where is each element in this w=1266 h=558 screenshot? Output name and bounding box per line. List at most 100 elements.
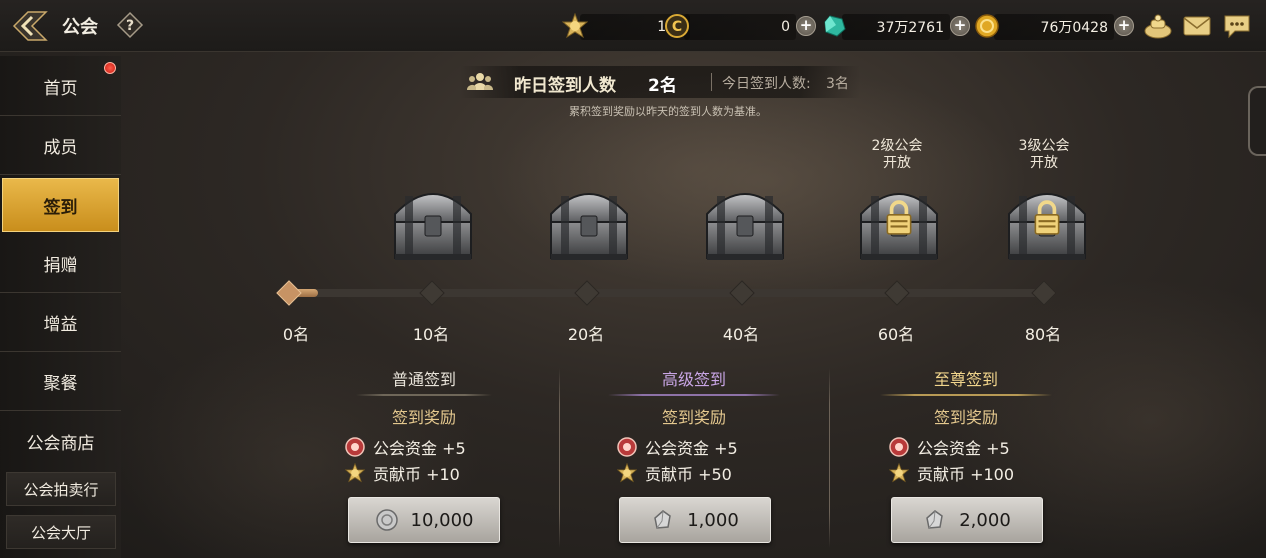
add-c-coin-button[interactable]: +	[796, 16, 816, 36]
unlock-status: 开放	[883, 155, 911, 171]
tier-divider	[559, 368, 560, 548]
sidebar-item-label: 公会拍卖行	[23, 480, 99, 499]
today-checkin-label: 今日签到人数:	[722, 76, 811, 92]
add-gold-button[interactable]: +	[1114, 16, 1134, 36]
treasure-pouch-icon[interactable]	[1143, 12, 1173, 40]
silver-coin-icon	[375, 509, 398, 531]
top-bar: 公会 ? 100 0 C + 37万2761 + 76万0428 +	[0, 0, 1266, 52]
reward-text: 公会资金 +5	[917, 439, 1010, 458]
milestone-label: 0名	[282, 325, 310, 344]
reward-text: 贡献币 +50	[645, 465, 732, 484]
progress-node-10	[419, 280, 445, 306]
sidebar-item-home[interactable]: 首页	[0, 58, 121, 116]
page-title: 公会	[62, 17, 98, 38]
cost-value: 2,000	[959, 509, 1011, 531]
sidebar-item-label: 首页	[43, 79, 78, 99]
tier-divider	[829, 368, 830, 548]
help-button[interactable]: ?	[116, 11, 144, 39]
sidebar-item-label: 捐赠	[43, 256, 78, 276]
crystal-icon	[926, 510, 944, 529]
today-checkin-value: 3名	[826, 76, 849, 92]
chest-5-locked[interactable]	[1001, 180, 1093, 266]
sidebar-item-feast[interactable]: 聚餐	[0, 353, 121, 411]
normal-checkin-button[interactable]: 10,000	[348, 497, 500, 543]
people-icon	[467, 73, 493, 90]
c-coin-icon: C	[665, 14, 689, 38]
reward-header: 签到奖励	[933, 408, 998, 427]
resource-value: 0	[781, 19, 790, 35]
milestone-label: 40名	[722, 325, 760, 344]
mail-icon[interactable]	[1182, 12, 1212, 40]
tier-title-underline	[608, 394, 780, 396]
progress-node-40	[729, 280, 755, 306]
gold-coin-icon	[975, 14, 999, 38]
chest-1[interactable]	[387, 180, 479, 266]
unlock-requirement: 3级公会	[1018, 138, 1070, 154]
back-arrow-icon	[12, 11, 48, 41]
sidebar-item-buff[interactable]: 增益	[0, 294, 121, 352]
guild-fund-icon	[617, 437, 637, 457]
progress-node-60	[884, 280, 910, 306]
unlock-requirement: 2级公会	[871, 138, 923, 154]
supreme-checkin-button[interactable]: 2,000	[891, 497, 1043, 543]
sidebar-item-checkin[interactable]: 签到	[2, 178, 119, 232]
resource-c-coin: 0	[684, 14, 796, 40]
green-gem-icon	[824, 15, 846, 37]
reward-row: 贡献币 +10	[345, 462, 460, 484]
reward-row: 公会资金 +5	[889, 436, 1010, 458]
sidebar-item-auction[interactable]: 公会拍卖行	[6, 472, 116, 506]
progress-node-0	[276, 280, 302, 306]
chat-icon[interactable]	[1222, 12, 1252, 40]
chest-3[interactable]	[699, 180, 791, 266]
tier-title: 高级签到	[661, 370, 726, 389]
contribution-coin-icon	[562, 13, 588, 39]
contribution-coin-icon	[889, 463, 909, 483]
help-icon: ?	[116, 11, 144, 39]
milestone-label: 80名	[1024, 325, 1062, 344]
milestone-label: 60名	[877, 325, 915, 344]
sidebar-item-guild-shop[interactable]: 公会商店	[0, 412, 121, 470]
milestone-label: 20名	[567, 325, 605, 344]
sidebar-item-members[interactable]: 成员	[0, 117, 121, 175]
progress-node-80	[1031, 280, 1057, 306]
progress-node-20	[574, 280, 600, 306]
reward-header: 签到奖励	[391, 408, 456, 427]
reward-row: 贡献币 +50	[617, 462, 732, 484]
sidebar-item-guild-hall[interactable]: 公会大厅	[6, 515, 116, 549]
back-button[interactable]	[8, 6, 52, 46]
sidebar-item-label: 聚餐	[43, 374, 78, 394]
contribution-coin-icon	[345, 463, 365, 483]
tier-title: 至尊签到	[933, 370, 998, 389]
chest-5-unlock-note: 3级公会 开放	[999, 138, 1089, 172]
add-gem-button[interactable]: +	[950, 16, 970, 36]
cost-value: 10,000	[410, 509, 474, 531]
unlock-status: 开放	[1030, 155, 1058, 171]
checkin-progress-track	[284, 289, 1052, 297]
reward-row: 公会资金 +5	[617, 436, 738, 458]
sidebar-item-label: 公会商店	[26, 433, 95, 454]
sidebar-item-donate[interactable]: 捐赠	[0, 235, 121, 293]
crystal-icon	[654, 510, 672, 529]
tier-title-underline	[356, 394, 492, 396]
sidebar-item-label: 公会大厅	[30, 523, 91, 542]
svg-text:C: C	[672, 19, 682, 35]
sidebar-item-label: 成员	[43, 138, 78, 158]
resource-value: 76万0428	[1040, 20, 1108, 36]
sidebar-item-label: 增益	[43, 315, 78, 335]
notification-dot	[104, 62, 116, 74]
tier-title-underline	[880, 394, 1052, 396]
side-panel-handle[interactable]	[1248, 86, 1266, 156]
reward-header: 签到奖励	[661, 408, 726, 427]
advanced-checkin-button[interactable]: 1,000	[619, 497, 771, 543]
reward-text: 贡献币 +10	[373, 465, 460, 484]
reward-text: 公会资金 +5	[373, 439, 466, 458]
resource-value: 37万2761	[876, 20, 944, 36]
checkin-note: 累积签到奖励以昨天的签到人数为基准。	[569, 105, 767, 118]
yesterday-checkin-value: 2名	[648, 76, 677, 96]
chest-4-locked[interactable]	[853, 180, 945, 266]
milestone-label: 10名	[412, 325, 450, 344]
guild-fund-icon	[345, 437, 365, 457]
reward-row: 贡献币 +100	[889, 462, 1014, 484]
chest-2[interactable]	[543, 180, 635, 266]
cost-value: 1,000	[687, 509, 739, 531]
